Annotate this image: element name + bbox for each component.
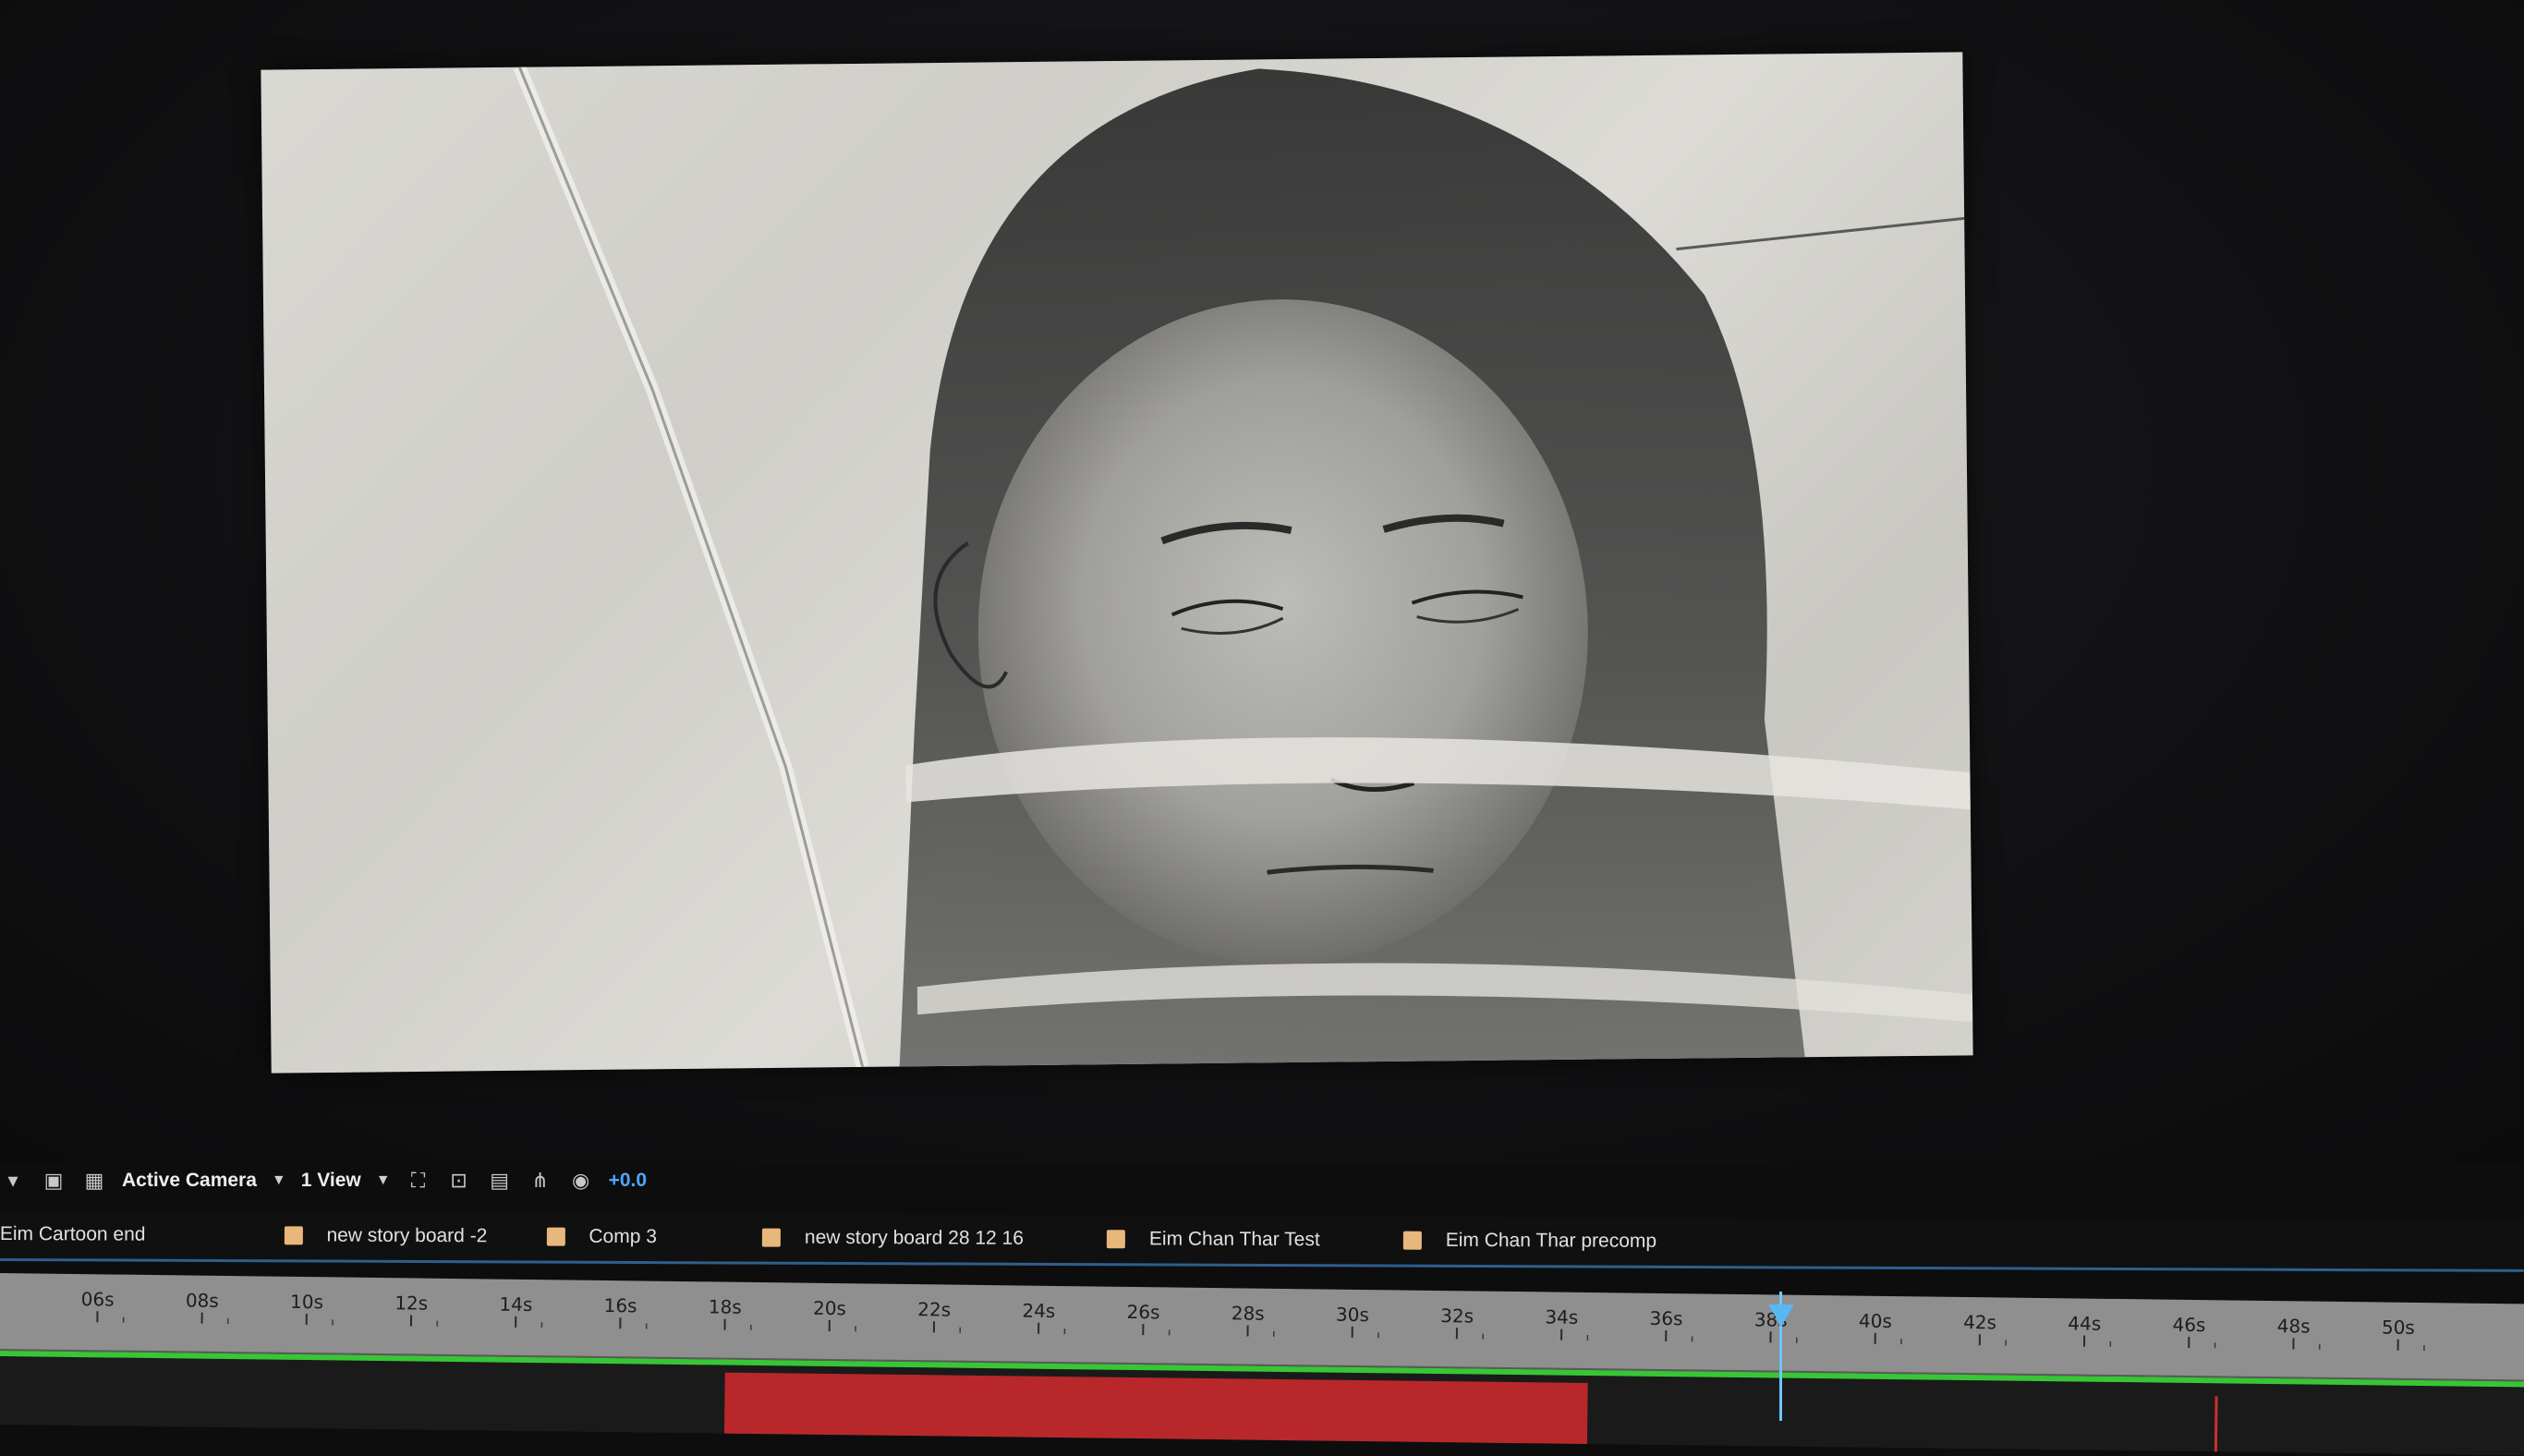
- ruler-tick-label: 18s: [709, 1295, 742, 1317]
- ruler-tick-label: 22s: [917, 1298, 951, 1320]
- ruler-tick-label: 26s: [1126, 1301, 1159, 1323]
- sketch-artwork: [261, 52, 1972, 1073]
- ruler-tick-label: 14s: [499, 1293, 532, 1316]
- comp-color-swatch: [1107, 1230, 1125, 1248]
- ruler-tick-label: 30s: [1336, 1304, 1369, 1326]
- region-icon[interactable]: ▣: [41, 1168, 67, 1194]
- composition-viewer: [0, 0, 2524, 1164]
- comp-tab-label: Eim Cartoon end: [0, 1223, 146, 1246]
- reset-icon[interactable]: ⛶: [406, 1168, 431, 1194]
- comp-tab-label: Comp 3: [589, 1226, 657, 1248]
- comp-tab[interactable]: new story board 28 12 16: [762, 1214, 1107, 1264]
- ruler-tick-label: 42s: [1963, 1311, 1996, 1333]
- comp-color-swatch: [284, 1226, 302, 1244]
- ruler-tick-label: 32s: [1440, 1304, 1474, 1327]
- comp-tab[interactable]: new story board -2: [284, 1211, 546, 1260]
- exposure-icon[interactable]: ◉: [568, 1168, 594, 1194]
- ruler-tick-label: 10s: [290, 1291, 323, 1313]
- ruler-tick-label: 44s: [2068, 1312, 2101, 1334]
- active-camera-dropdown[interactable]: Active Camera: [122, 1170, 257, 1192]
- comp-tab-label: new story board 28 12 16: [805, 1227, 1024, 1250]
- view-dropdown-caret-icon[interactable]: ▼: [376, 1172, 391, 1189]
- comp-tab[interactable]: Comp 3: [546, 1213, 762, 1262]
- composition-tabs: Eim Cartoon end new story board -2 Comp 3 n…: [0, 1210, 2524, 1272]
- ruler-tick-label: 20s: [813, 1297, 846, 1319]
- ruler-tick-label: 46s: [2172, 1314, 2205, 1336]
- ruler-tick-label: 08s: [186, 1289, 219, 1311]
- comp-tab-label: Eim Chan Thar precomp: [1446, 1230, 1656, 1253]
- composition-frame[interactable]: [261, 52, 1972, 1073]
- comp-tab-label: new story board -2: [326, 1225, 487, 1248]
- ruler-tick-label: 12s: [394, 1292, 428, 1314]
- chevron-down-icon[interactable]: ▾: [0, 1168, 26, 1194]
- ruler-tick-label: 34s: [1545, 1305, 1578, 1328]
- ruler-tick-label: 48s: [2277, 1315, 2311, 1337]
- playhead-handle[interactable]: [1768, 1304, 1794, 1327]
- layer-end-marker: [2215, 1396, 2218, 1451]
- comp-tab[interactable]: Eim Chan Thar Test: [1107, 1215, 1403, 1264]
- ruler-tick-label: 36s: [1649, 1307, 1682, 1329]
- comp-color-swatch: [1403, 1232, 1422, 1250]
- comp-color-swatch: [762, 1229, 781, 1247]
- ruler-tick-label: 16s: [604, 1294, 637, 1316]
- 3d-view-icon[interactable]: ▤: [487, 1168, 513, 1194]
- camera-dropdown-caret-icon[interactable]: ▼: [272, 1172, 286, 1189]
- exposure-value[interactable]: +0.0: [609, 1170, 647, 1192]
- comp-tab[interactable]: Eim Cartoon end: [0, 1210, 285, 1259]
- flowchart-icon[interactable]: ⋔: [528, 1168, 553, 1194]
- ruler-tick-label: 24s: [1022, 1300, 1055, 1322]
- comp-tab[interactable]: Eim Chan Thar precomp: [1403, 1217, 1657, 1266]
- view-layout-dropdown[interactable]: 1 View: [301, 1170, 361, 1192]
- ruler-tick-label: 40s: [1859, 1310, 1892, 1332]
- ruler-tick-label: 28s: [1232, 1302, 1265, 1324]
- layer-duration-bar[interactable]: [724, 1373, 1588, 1444]
- fast-preview-icon[interactable]: ⊡: [446, 1168, 472, 1194]
- ruler-tick-label: 50s: [2382, 1316, 2415, 1339]
- ruler-tick-label: 06s: [81, 1288, 115, 1310]
- transparency-grid-icon[interactable]: ▦: [81, 1168, 107, 1194]
- comp-tab-label: Eim Chan Thar Test: [1149, 1228, 1320, 1251]
- comp-color-swatch: [546, 1228, 564, 1246]
- viewer-toolbar: ▾ ▣ ▦ Active Camera ▼ 1 View ▼ ⛶ ⊡ ▤ ⋔ ◉…: [0, 1157, 2524, 1205]
